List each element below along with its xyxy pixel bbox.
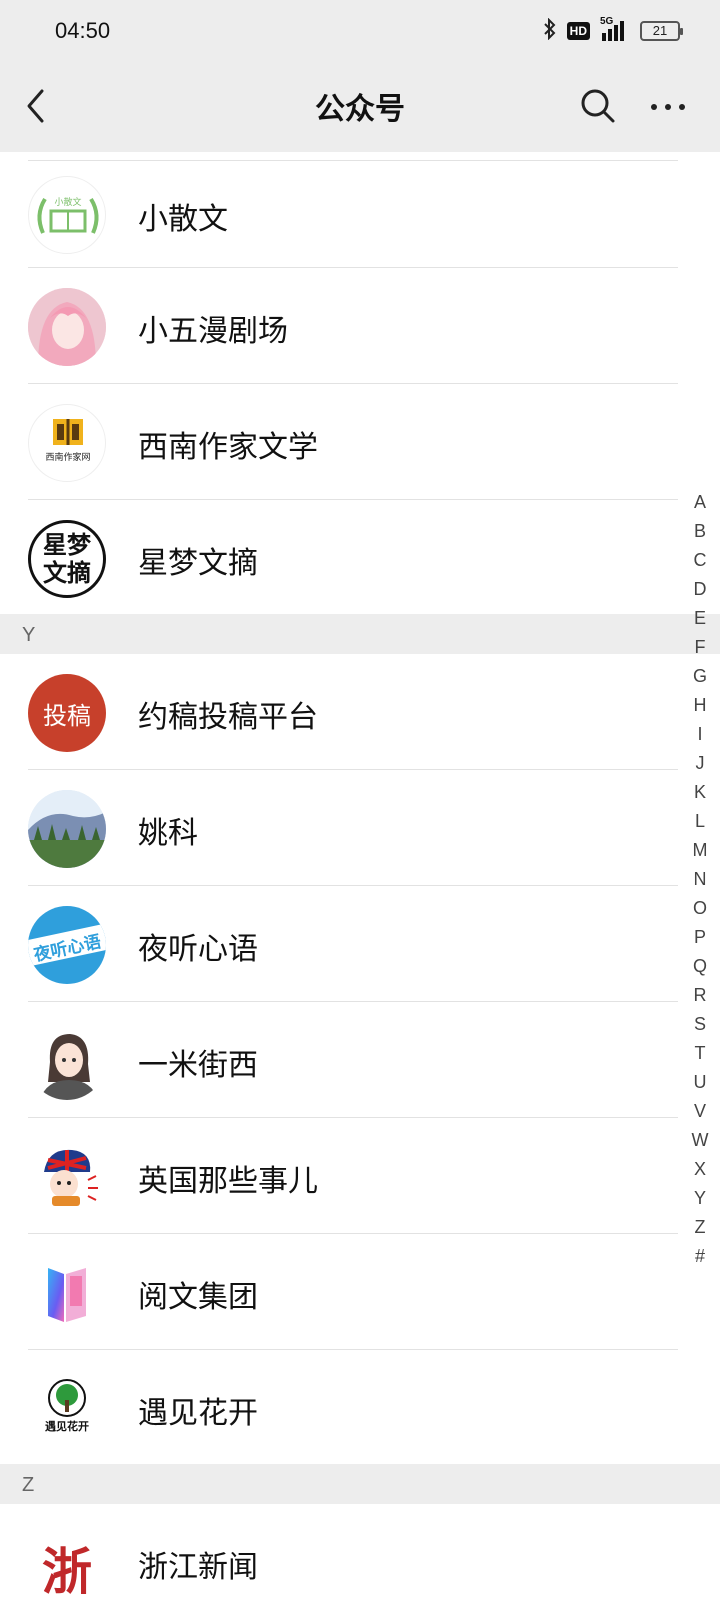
- account-name: 一米街西: [138, 1048, 258, 1083]
- account-name: 小五漫剧场: [138, 314, 288, 349]
- account-name: 阅文集团: [138, 1280, 258, 1315]
- index-letter[interactable]: #: [688, 1242, 712, 1271]
- signal-icon: 5G: [600, 16, 630, 43]
- book-laurel-logo-icon: 小散文: [28, 176, 106, 254]
- account-row[interactable]: 阅文集团: [0, 1234, 720, 1350]
- account-row[interactable]: 遇见花开 遇见花开: [0, 1350, 720, 1464]
- network-label: 5G: [600, 16, 614, 27]
- search-icon[interactable]: [580, 88, 616, 124]
- account-name: 约稿投稿平台: [138, 700, 318, 735]
- section-letter: Y: [22, 624, 36, 646]
- index-letter[interactable]: B: [688, 517, 712, 546]
- index-letter[interactable]: N: [688, 865, 712, 894]
- account-name: 英国那些事儿: [138, 1164, 318, 1199]
- index-letter[interactable]: Z: [688, 1213, 712, 1242]
- index-letter[interactable]: I: [688, 720, 712, 749]
- account-row[interactable]: 英国那些事儿: [0, 1118, 720, 1234]
- account-name: 遇见花开: [138, 1396, 258, 1431]
- account-name: 夜听心语: [138, 932, 258, 967]
- status-time: 04:50: [55, 18, 111, 43]
- account-name: 西南作家文学: [138, 430, 318, 465]
- blue-text-logo-icon: 夜听心语: [28, 906, 106, 984]
- open-book-logo-icon: 西南作家网: [28, 404, 106, 482]
- account-name: 星梦文摘: [138, 546, 258, 581]
- index-letter[interactable]: K: [688, 778, 712, 807]
- mountain-landscape-avatar-icon: [28, 790, 106, 868]
- logo-text: 投稿: [43, 702, 91, 730]
- account-row[interactable]: 一米街西: [0, 1002, 720, 1118]
- index-letter[interactable]: Y: [688, 1184, 712, 1213]
- account-row[interactable]: 姚科: [0, 770, 720, 886]
- account-row[interactable]: 星梦文摘 星梦文摘: [0, 500, 720, 614]
- index-letter[interactable]: Q: [688, 952, 712, 981]
- bluetooth-icon: [543, 17, 557, 45]
- hd-badge: HD: [566, 22, 590, 40]
- index-letter[interactable]: M: [688, 836, 712, 865]
- account-row[interactable]: 夜听心语 夜听心语: [0, 886, 720, 1002]
- account-row[interactable]: 浙 浙江新闻: [0, 1504, 720, 1620]
- index-letter[interactable]: F: [688, 633, 712, 662]
- index-letter[interactable]: W: [688, 1126, 712, 1155]
- anime-girl-avatar-icon: [28, 288, 106, 366]
- index-letter[interactable]: V: [688, 1097, 712, 1126]
- account-row[interactable]: 小五漫剧场: [0, 268, 720, 384]
- index-letter[interactable]: S: [688, 1010, 712, 1039]
- official-accounts-list: 小散文 小散文 小五漫剧场 西南作家网 西南作家文学 星梦文摘 星梦文摘 Y 投…: [0, 152, 720, 1620]
- top-bar: 04:50 HD 5G 21 公众号: [0, 0, 720, 152]
- index-letter[interactable]: A: [688, 488, 712, 517]
- index-letter[interactable]: P: [688, 923, 712, 952]
- battery-icon: 21: [640, 21, 683, 41]
- uk-flag-hat-avatar-icon: [28, 1138, 106, 1216]
- section-header-y: Y: [0, 614, 720, 654]
- account-name: 小散文: [138, 202, 228, 237]
- svg-text:小散文: 小散文: [54, 196, 81, 208]
- section-header-z: Z: [0, 1464, 720, 1504]
- index-letter[interactable]: U: [688, 1068, 712, 1097]
- alphabet-index[interactable]: A B C D E F G H I J K L M N O P Q R S T U V W X Y Z #: [688, 488, 712, 1271]
- index-letter[interactable]: C: [688, 546, 712, 575]
- green-tree-logo-icon: 遇见花开: [28, 1370, 106, 1448]
- index-letter[interactable]: D: [688, 575, 712, 604]
- svg-text:西南作家网: 西南作家网: [45, 451, 90, 463]
- more-options-icon[interactable]: [648, 95, 688, 119]
- index-letter[interactable]: R: [688, 981, 712, 1010]
- logo-text: 星梦文摘: [43, 530, 91, 587]
- account-row[interactable]: 西南作家网 西南作家文学: [0, 384, 720, 500]
- index-letter[interactable]: H: [688, 691, 712, 720]
- red-seal-logo-icon: 投稿: [28, 674, 106, 752]
- account-name: 姚科: [138, 816, 198, 851]
- account-row[interactable]: 小散文 小散文: [0, 152, 720, 268]
- girl-illustration-avatar-icon: [28, 1022, 106, 1100]
- index-letter[interactable]: J: [688, 749, 712, 778]
- svg-text:遇见花开: 遇见花开: [45, 1419, 89, 1433]
- gradient-book-logo-icon: [28, 1254, 106, 1332]
- status-icons: HD 5G 21: [543, 16, 683, 46]
- section-letter: Z: [22, 1474, 35, 1496]
- account-row[interactable]: 投稿 约稿投稿平台: [0, 654, 720, 770]
- index-letter[interactable]: T: [688, 1039, 712, 1068]
- logo-text: 浙: [42, 1542, 92, 1601]
- index-letter[interactable]: O: [688, 894, 712, 923]
- index-letter[interactable]: X: [688, 1155, 712, 1184]
- index-letter[interactable]: L: [688, 807, 712, 836]
- red-calligraphy-logo-icon: 浙: [28, 1524, 106, 1602]
- index-letter[interactable]: E: [688, 604, 712, 633]
- calligraphy-logo-icon: 星梦文摘: [28, 520, 106, 598]
- index-letter[interactable]: G: [688, 662, 712, 691]
- account-name: 浙江新闻: [138, 1550, 258, 1585]
